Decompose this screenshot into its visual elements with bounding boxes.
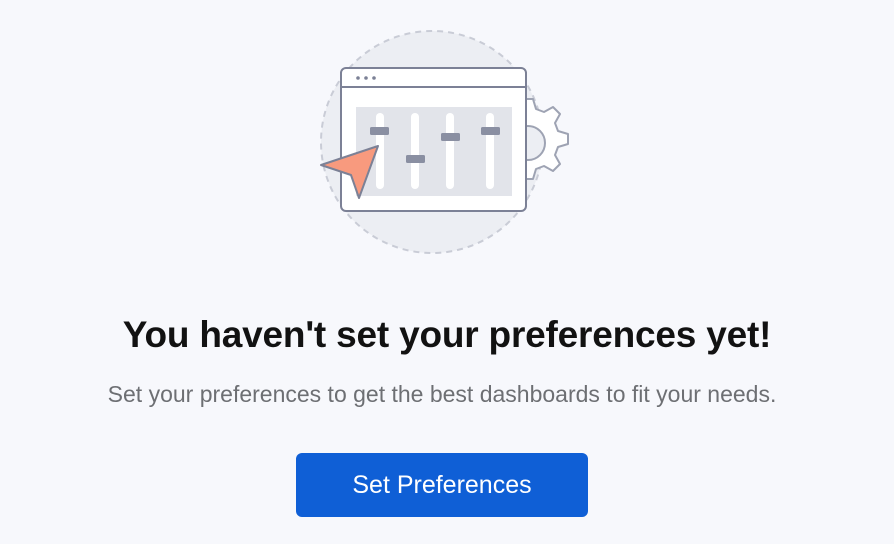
- preferences-empty-state: You haven't set your preferences yet! Se…: [0, 0, 894, 544]
- set-preferences-button[interactable]: Set Preferences: [296, 453, 588, 517]
- empty-state-description: Set your preferences to get the best das…: [107, 381, 777, 407]
- browser-window-graphic: [340, 67, 527, 212]
- empty-state-title: You haven't set your preferences yet!: [122, 314, 772, 355]
- preferences-sliders-illustration: [320, 30, 569, 254]
